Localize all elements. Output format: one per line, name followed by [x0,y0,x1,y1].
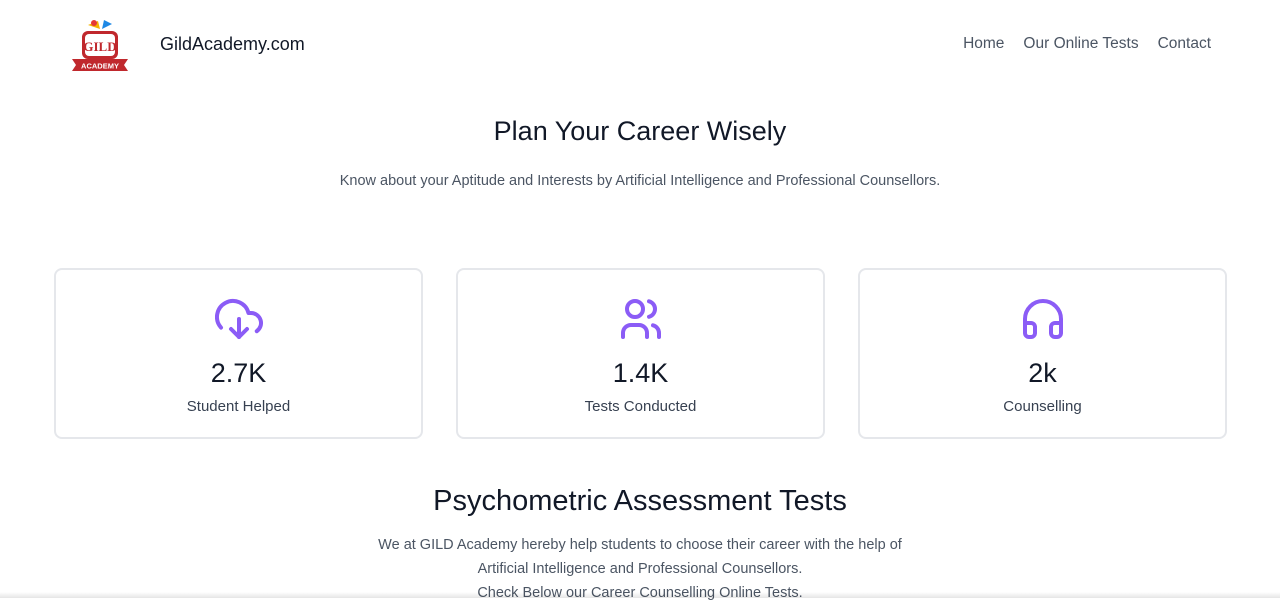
stat-label: Tests Conducted [584,398,697,415]
users-icon [620,299,661,339]
cloud-download-icon [214,299,263,339]
gild-academy-logo[interactable]: GILD ACADEMY [68,19,132,73]
nav-contact[interactable]: Contact [1158,35,1211,53]
main-nav: Home Our Online Tests Contact [963,35,1211,53]
stat-card-tests: 1.4K Tests Conducted [456,268,825,439]
site-header: GILD ACADEMY GildAcademy.com Home Our On… [0,0,1280,88]
nav-online-tests[interactable]: Our Online Tests [1023,35,1138,53]
logo-top-text: GILD [83,39,116,54]
viewport-edge-shadow [0,592,1280,598]
stat-card-counselling: 2k Counselling [858,268,1227,439]
brand-link[interactable]: GildAcademy.com [160,33,305,55]
hero-subtitle: Know about your Aptitude and Interests b… [339,173,941,189]
stat-value: 2k [1028,358,1057,388]
section-line: Artificial Intelligence and Professional… [477,561,803,577]
stat-label: Student Helped [186,398,291,415]
stat-value: 1.4K [612,358,669,388]
section-title: Psychometric Assessment Tests [433,485,847,517]
section-line: We at GILD Academy hereby help students … [378,537,902,553]
logo-image: GILD ACADEMY [72,20,128,71]
logo-ribbon-text: ACADEMY [81,62,119,71]
stat-card-students: 2.7K Student Helped [54,268,423,439]
headphones-icon [1022,299,1063,339]
hero-title: Plan Your Career Wisely [493,116,787,146]
nav-home[interactable]: Home [963,35,1004,53]
stat-value: 2.7K [210,358,267,388]
stat-label: Counselling [1003,398,1082,415]
